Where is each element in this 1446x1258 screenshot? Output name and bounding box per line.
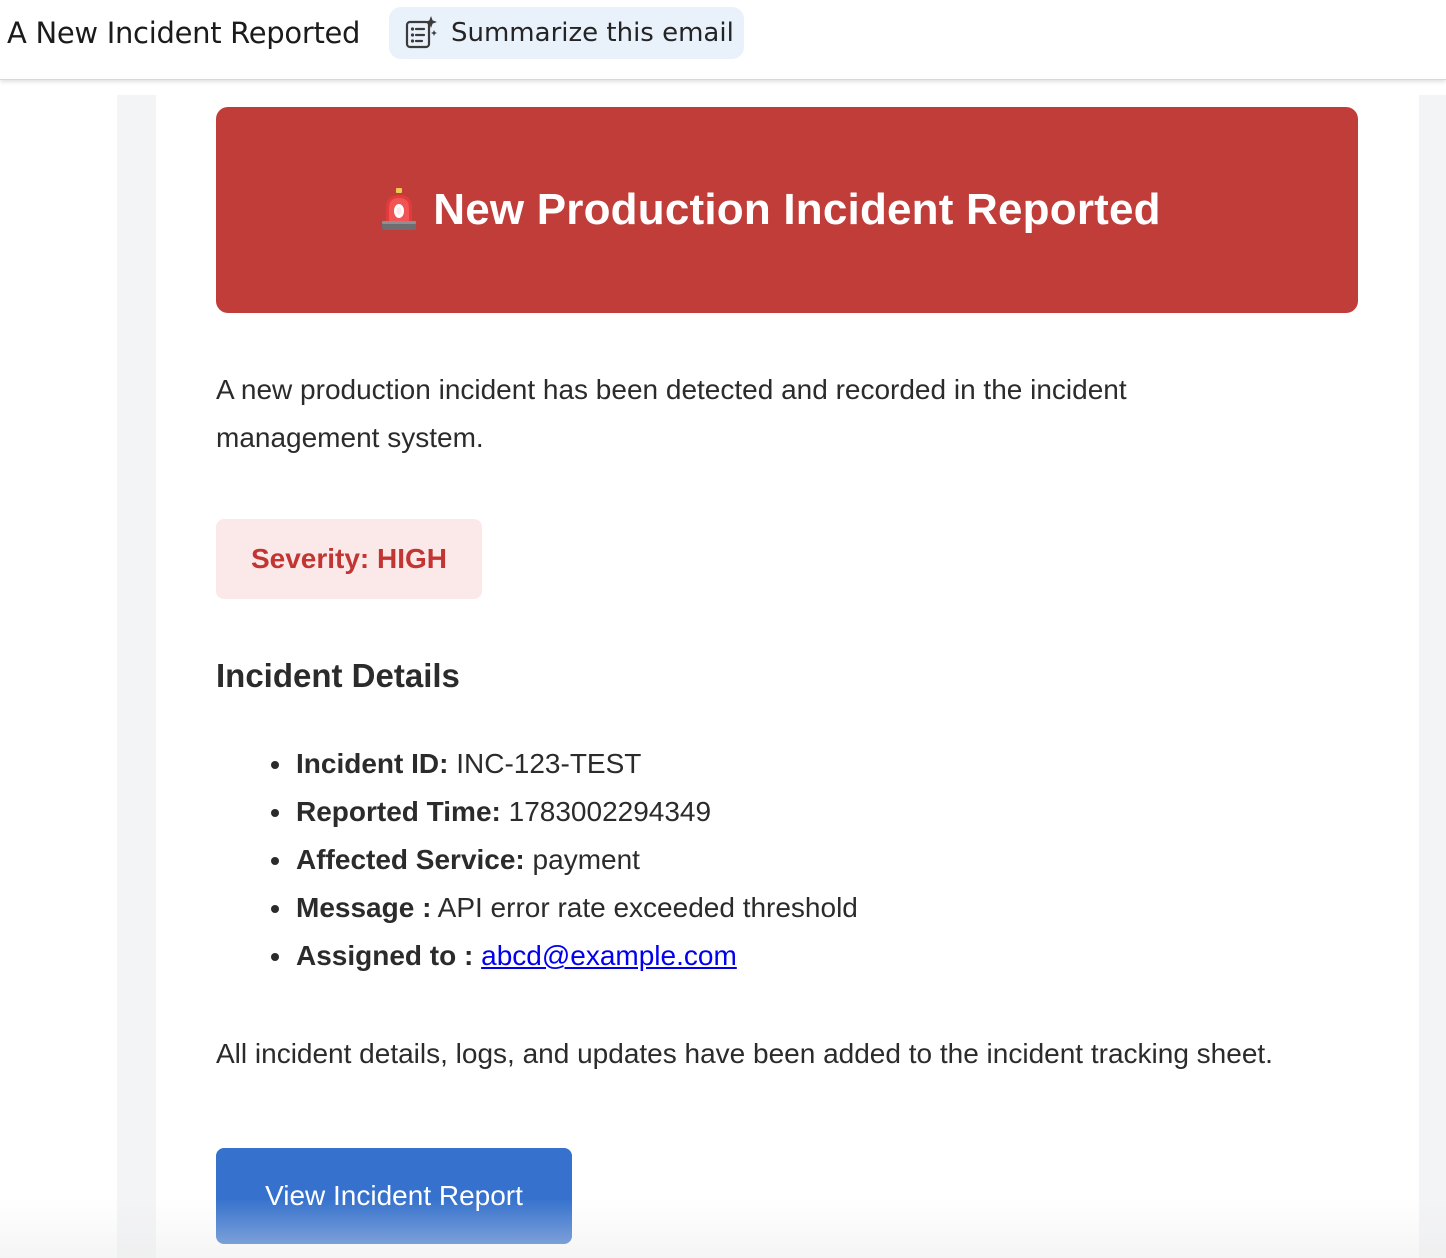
summarize-email-label: Summarize this email bbox=[451, 18, 734, 48]
detail-label: Assigned to : bbox=[296, 940, 474, 971]
severity-label: Severity: HIGH bbox=[250, 543, 448, 574]
reading-pane-right-margin bbox=[1419, 95, 1446, 1258]
detail-label: Message : bbox=[296, 892, 432, 923]
detail-value: API error rate exceeded threshold bbox=[437, 892, 858, 923]
detail-label: Incident ID: bbox=[296, 748, 449, 779]
details-heading: Incident Details bbox=[216, 657, 460, 694]
siren-icon bbox=[379, 188, 419, 232]
detail-message: Message : API error rate exceeded thresh… bbox=[271, 884, 858, 932]
email-header-bar: A New Incident Reported Summarize this e… bbox=[0, 0, 1446, 80]
incident-banner: New Production Incident Reported bbox=[216, 107, 1358, 313]
detail-label: Reported Time: bbox=[296, 796, 501, 827]
view-incident-report-button[interactable]: View Incident Report bbox=[216, 1148, 572, 1244]
detail-label: Affected Service: bbox=[296, 844, 525, 875]
detail-affected-service: Affected Service: payment bbox=[271, 836, 858, 884]
detail-assigned-to: Assigned to : abcd@example.com bbox=[271, 932, 858, 980]
summarize-email-button[interactable]: Summarize this email bbox=[389, 7, 744, 59]
reading-pane-left-margin bbox=[117, 95, 156, 1258]
email-subject: A New Incident Reported bbox=[7, 16, 361, 50]
severity-badge: Severity: HIGH bbox=[216, 519, 482, 599]
intro-paragraph: A new production incident has been detec… bbox=[216, 374, 1127, 453]
detail-value: INC-123-TEST bbox=[456, 748, 642, 779]
detail-incident-id: Incident ID: INC-123-TEST bbox=[271, 740, 858, 788]
detail-value: 1783002294349 bbox=[508, 796, 712, 827]
incident-details-list: Incident ID: INC-123-TEST Reported Time:… bbox=[271, 740, 858, 980]
closing-paragraph: All incident details, logs, and updates … bbox=[216, 1038, 1273, 1069]
assignee-email-link[interactable]: abcd@example.com bbox=[481, 940, 737, 971]
detail-value: payment bbox=[532, 844, 640, 875]
detail-reported-time: Reported Time: 1783002294349 bbox=[271, 788, 858, 836]
banner-title: New Production Incident Reported bbox=[433, 185, 1161, 234]
summary-sparkle-icon bbox=[403, 15, 439, 51]
